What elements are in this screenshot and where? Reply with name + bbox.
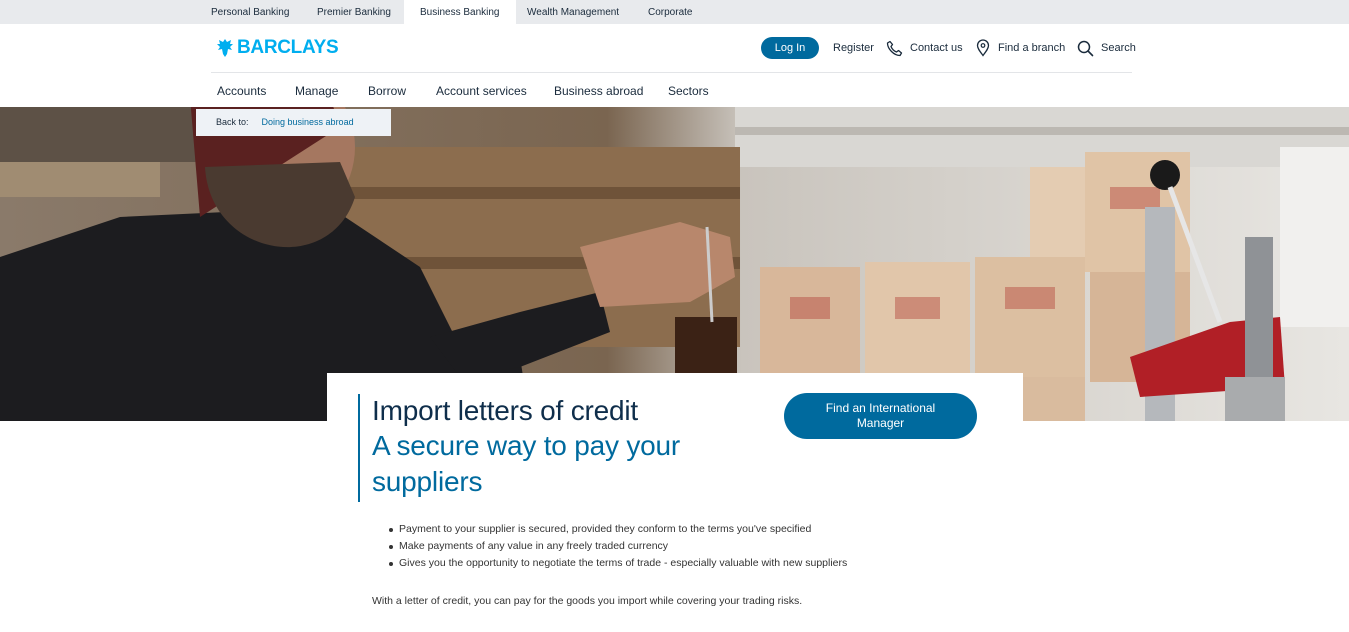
segment-wealth-management[interactable]: Wealth Management <box>527 0 619 24</box>
nav-accounts[interactable]: Accounts <box>217 83 266 99</box>
segment-corporate[interactable]: Corporate <box>648 0 692 24</box>
nav-manage[interactable]: Manage <box>295 83 338 99</box>
page-subtitle: A secure way to pay your suppliers <box>372 430 681 497</box>
contact-us-link[interactable]: Contact us <box>886 38 963 58</box>
nav-sectors[interactable]: Sectors <box>668 83 709 99</box>
find-international-manager-button[interactable]: Find an International Manager <box>784 393 977 439</box>
phone-icon <box>886 40 903 56</box>
nav-account-services[interactable]: Account services <box>436 83 527 99</box>
nav-business-abroad[interactable]: Business abroad <box>554 83 643 99</box>
find-branch-label: Find a branch <box>998 42 1066 54</box>
segment-personal-banking[interactable]: Personal Banking <box>211 0 289 24</box>
title-block: Import letters of credit A secure way to… <box>358 394 738 502</box>
breadcrumb: Back to: Doing business abroad <box>196 109 391 136</box>
segment-bar: Personal Banking Premier Banking Busines… <box>0 0 1349 24</box>
list-item: Gives you the opportunity to negotiate t… <box>389 555 847 572</box>
benefits-list: Payment to your supplier is secured, pro… <box>389 521 847 572</box>
eagle-icon <box>217 39 233 57</box>
breadcrumb-link[interactable]: Doing business abroad <box>262 117 354 127</box>
page-title: Import letters of credit <box>372 395 638 426</box>
segment-business-banking[interactable]: Business Banking <box>404 0 516 24</box>
segment-premier-banking[interactable]: Premier Banking <box>317 0 391 24</box>
header-divider <box>211 72 1132 73</box>
location-pin-icon <box>976 39 990 57</box>
intro-paragraph: With a letter of credit, you can pay for… <box>372 595 803 607</box>
contact-us-label: Contact us <box>910 42 963 54</box>
search-label: Search <box>1101 42 1136 54</box>
search-icon <box>1077 40 1094 56</box>
list-item: Make payments of any value in any freely… <box>389 538 847 555</box>
find-branch-link[interactable]: Find a branch <box>975 38 1065 58</box>
nav-borrow[interactable]: Borrow <box>368 83 406 99</box>
list-item: Payment to your supplier is secured, pro… <box>389 521 847 538</box>
barclays-logo[interactable]: BARCLAYS <box>216 37 339 59</box>
breadcrumb-prefix: Back to: <box>216 117 249 127</box>
register-label: Register <box>833 42 874 54</box>
search-link[interactable]: Search <box>1077 38 1136 58</box>
logo-wordmark: BARCLAYS <box>237 37 339 58</box>
register-link[interactable]: Register <box>833 38 874 58</box>
login-button[interactable]: Log In <box>761 37 819 59</box>
